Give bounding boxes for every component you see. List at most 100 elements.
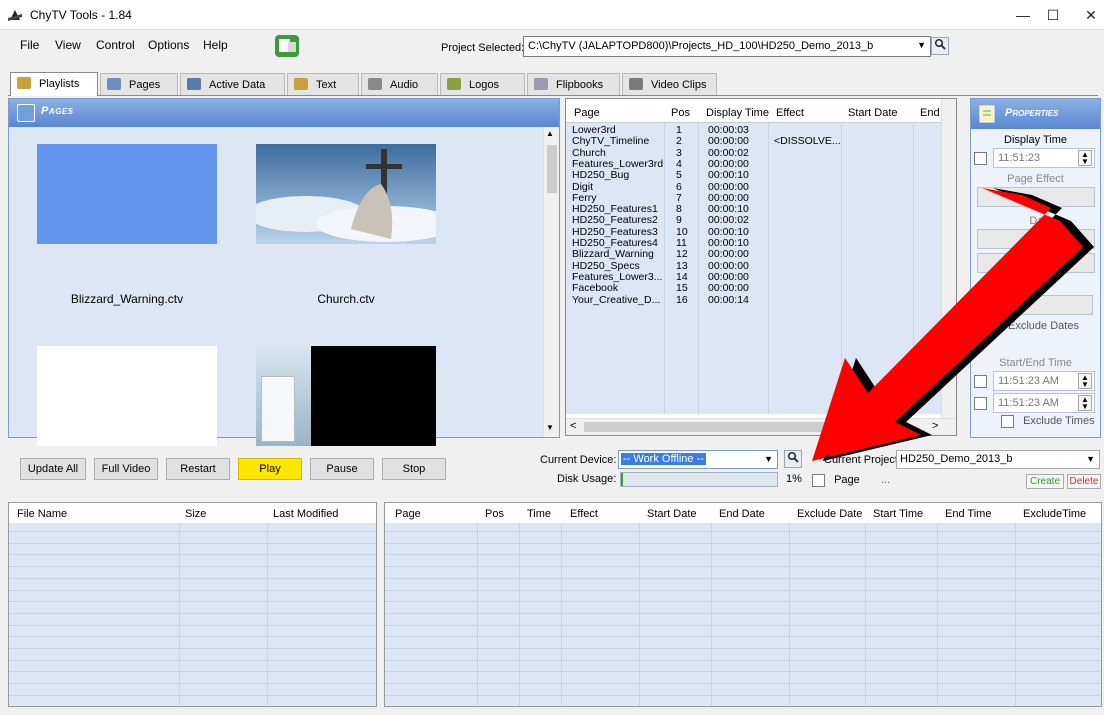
exclude-times-option[interactable]: Exclude Times: [1001, 415, 1095, 428]
delete-button[interactable]: Delete: [1067, 474, 1101, 489]
col-end-time[interactable]: End Time: [945, 508, 991, 520]
page-ellipsis[interactable]: ...: [881, 474, 890, 486]
playlist-row[interactable]: Features_Lower3... 14 00:00:00: [566, 271, 941, 283]
thumbnail-blizzard-warning[interactable]: [37, 144, 217, 244]
project-search-button[interactable]: [931, 37, 949, 55]
pages-scrollbar[interactable]: ▲ ▼: [543, 127, 559, 437]
current-device-value: -- Work Offline --: [621, 453, 706, 465]
cell-time: 00:00:00: [708, 180, 749, 193]
playlist-vscrollbar[interactable]: [941, 99, 956, 420]
project-path-select[interactable]: C:\ChyTV (JALAPTOPD800)\Projects_HD_100\…: [523, 36, 931, 57]
tab-text[interactable]: Text: [287, 73, 359, 95]
page-checkbox[interactable]: [812, 474, 825, 487]
menu-view[interactable]: View: [55, 38, 81, 52]
properties-header: Properties: [971, 99, 1100, 129]
display-time-field[interactable]: 11:51:23 ▲ ▼: [974, 148, 1095, 168]
cell-time: 00:00:02: [708, 214, 749, 227]
hscroll-thumb[interactable]: [584, 422, 829, 432]
start-time-checkbox[interactable]: [974, 375, 987, 388]
start-date-field[interactable]: [977, 229, 1095, 249]
stop-button[interactable]: Stop: [382, 458, 446, 480]
display-time-checkbox[interactable]: [974, 152, 987, 165]
col-last-modified[interactable]: Last Modified: [273, 508, 338, 520]
menu-file[interactable]: File: [20, 38, 39, 52]
col-effect[interactable]: Effect: [570, 508, 598, 520]
playlist-hscrollbar[interactable]: < >: [566, 418, 956, 435]
tab-flipbooks[interactable]: Flipbooks: [527, 73, 620, 95]
end-time-field[interactable]: 11:51:23 AM ▲ ▼: [974, 393, 1095, 413]
scroll-thumb[interactable]: [547, 145, 557, 193]
cell-pos: 10: [676, 225, 688, 238]
current-device-select[interactable]: -- Work Offline -- ▼: [618, 450, 778, 469]
col-pos[interactable]: Pos: [485, 508, 504, 520]
pause-button[interactable]: Pause: [310, 458, 374, 480]
thumbnail-label: Church.ctv: [317, 292, 375, 306]
col-end-date[interactable]: End Date: [719, 508, 765, 520]
exclude-dates-label[interactable]: Exclude Dates: [987, 320, 1100, 332]
close-button[interactable]: ✕: [1068, 0, 1104, 30]
col-page[interactable]: Page: [574, 107, 600, 119]
toolbar-app-icon[interactable]: [274, 34, 300, 58]
col-exclude-date[interactable]: Exclude Date: [797, 508, 862, 520]
tab-video-clips[interactable]: Video Clips: [622, 73, 717, 95]
menu-help[interactable]: Help: [203, 38, 228, 52]
col-pos[interactable]: Pos: [671, 107, 690, 119]
tab-audio[interactable]: Audio: [361, 73, 438, 95]
cell-page: HD250_Features1: [572, 203, 658, 216]
col-file-name[interactable]: File Name: [17, 508, 67, 520]
start-time-field[interactable]: 11:51:23 AM ▲ ▼: [974, 371, 1095, 391]
tab-pages[interactable]: Pages: [100, 73, 178, 95]
col-exclude-time[interactable]: ExcludeTime: [1023, 508, 1086, 520]
tab-active-data[interactable]: Active Data: [180, 73, 285, 95]
col-start-date[interactable]: Start Date: [647, 508, 697, 520]
end-time-spinner[interactable]: ▲ ▼: [1078, 395, 1092, 411]
start-time-spinner[interactable]: ▲ ▼: [1078, 373, 1092, 389]
display-time-spinner[interactable]: ▲ ▼: [1078, 150, 1092, 166]
col-page[interactable]: Page: [395, 508, 421, 520]
playlist-row[interactable]: ChyTV_Timeline 2 00:00:00 <DISSOLVE...: [566, 135, 941, 148]
display-time-label: Display Time: [1004, 134, 1067, 146]
disk-usage-percent: 1%: [786, 473, 802, 485]
end-time-checkbox[interactable]: [974, 397, 987, 410]
exclude-times-checkbox[interactable]: [1001, 415, 1014, 428]
page-effect-select[interactable]: [977, 187, 1095, 207]
menu-control[interactable]: Control: [96, 38, 135, 52]
restart-button[interactable]: Restart: [166, 458, 230, 480]
thumbnail-dark[interactable]: [256, 346, 436, 446]
col-effect[interactable]: Effect: [776, 107, 804, 119]
full-video-button[interactable]: Full Video: [94, 458, 158, 480]
tab-playlists[interactable]: Playlists: [10, 72, 98, 96]
end-time-value: 11:51:23 AM: [998, 397, 1059, 409]
col-start-date[interactable]: Start Date: [848, 107, 898, 119]
play-button[interactable]: Play: [238, 458, 302, 480]
playlist-row[interactable]: HD250_Bug 5 00:00:10: [566, 169, 941, 181]
pages-icon: [17, 104, 35, 122]
update-all-button[interactable]: Update All: [20, 458, 86, 480]
thumbnail-blank[interactable]: [37, 346, 217, 446]
cell-time: 00:00:00: [708, 157, 749, 170]
page-option[interactable]: Page ...: [812, 474, 890, 487]
cell-pos: 2: [676, 135, 682, 148]
tab-logos[interactable]: Logos: [440, 73, 525, 95]
current-project-value: HD250_Demo_2013_b: [900, 453, 1013, 465]
create-button[interactable]: Create: [1026, 474, 1064, 489]
col-start-time[interactable]: Start Time: [873, 508, 923, 520]
menu-options[interactable]: Options: [148, 38, 189, 52]
end-date-field[interactable]: [977, 253, 1095, 273]
thumbnail-church[interactable]: [256, 144, 436, 244]
properties-title: Properties: [1005, 107, 1059, 119]
scroll-up-icon[interactable]: ▲: [546, 129, 554, 138]
current-project-select[interactable]: HD250_Demo_2013_b ▼: [896, 450, 1100, 469]
date-list-field[interactable]: [993, 295, 1093, 315]
device-search-button[interactable]: [784, 450, 802, 468]
col-size[interactable]: Size: [185, 508, 206, 520]
col-time[interactable]: Time: [527, 508, 551, 520]
cell-pos: 7: [676, 191, 682, 204]
scroll-down-icon[interactable]: ▼: [546, 423, 554, 432]
playlist-row[interactable]: Digit 6 00:00:00: [566, 180, 941, 193]
col-display-time[interactable]: Display Time: [706, 107, 769, 119]
col-end-date[interactable]: End Date: [920, 107, 941, 119]
playlist-row[interactable]: Your_Creative_D... 16 00:00:14: [566, 294, 941, 306]
scroll-left-icon[interactable]: <: [570, 420, 576, 432]
scroll-right-icon[interactable]: >: [932, 420, 938, 432]
